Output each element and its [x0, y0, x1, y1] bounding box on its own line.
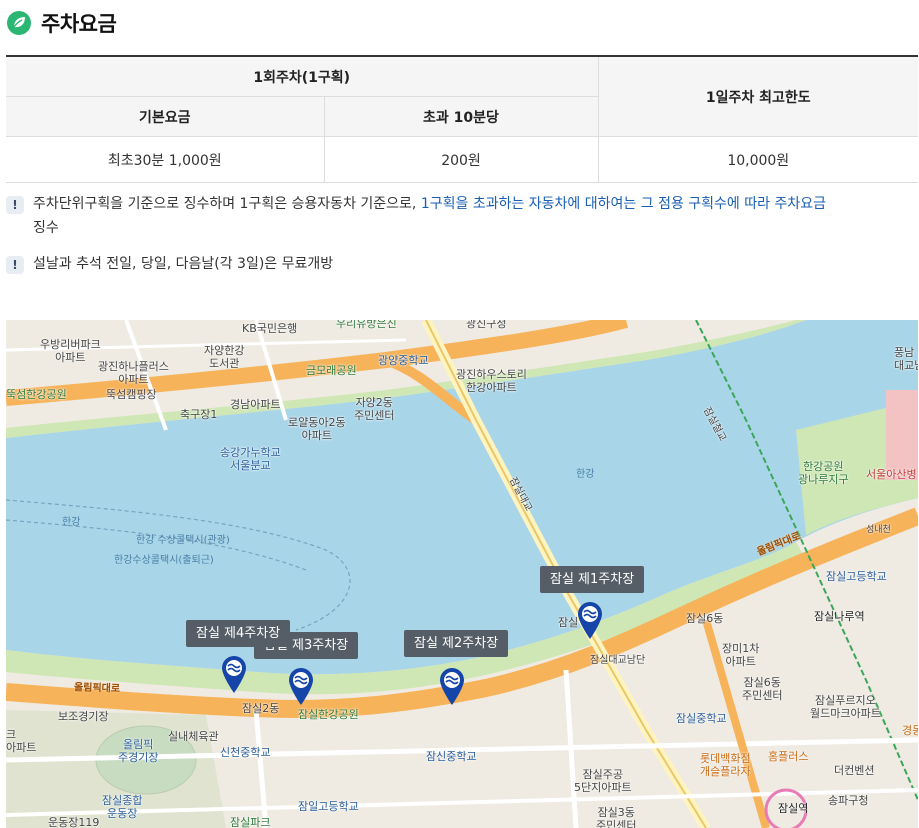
- parking-2-pin-icon[interactable]: [438, 666, 466, 706]
- map-label: 홈플러스: [768, 750, 809, 763]
- base-fee-cell: 최초30분 1,000원: [6, 136, 325, 183]
- map-label: 잠실고등학교: [826, 570, 887, 583]
- map-label: 잠실주공 5단지아파트: [574, 768, 632, 794]
- map-label: 운동장119: [48, 816, 100, 828]
- map-label: 신천중학교: [220, 746, 271, 759]
- note-text: 주차단위구획을 기준으로 징수하며 1구획은 승용자동차 기준으로,: [33, 196, 421, 212]
- map-label: 송파구청: [828, 794, 869, 807]
- parking-fee-table: 1회주차(1구획) 1일주차 최고한도 기본요금 초과 10분당 최초30분 1…: [6, 55, 918, 183]
- map-label: 한강: [576, 469, 595, 480]
- note-tail: 징수: [33, 220, 59, 236]
- map-label: 잠실한강공원: [298, 708, 359, 721]
- map-label: 로얄동아2동 아파트: [288, 416, 346, 442]
- map-label: 더컨벤션: [834, 764, 875, 777]
- map-label: 축구장1: [180, 408, 218, 421]
- map-label: 한강 수상콜택시(관광): [136, 535, 230, 546]
- map-label: 광진구청: [466, 320, 507, 330]
- map-label: 뚝섬한강공원: [6, 388, 67, 401]
- map-label: 금모래공원: [306, 364, 357, 377]
- map-label: 올림픽 주경기장: [118, 738, 159, 764]
- leaf-logo-icon: [6, 10, 32, 36]
- map-label: 광진하나플러스 아파트: [98, 360, 169, 386]
- map-label: 한강수상콜택시(출퇴근): [114, 555, 214, 566]
- parking-1-tag[interactable]: 잠실 제1주차장: [540, 566, 645, 593]
- map-label: 잠실나루역: [814, 610, 865, 623]
- map-label: 자양2동 주민센터: [354, 396, 395, 422]
- extra-fee-cell: 200원: [324, 136, 599, 183]
- table-row: 최초30분 1,000원 200원 10,000원: [6, 136, 918, 183]
- map-label: 한강공원 광나루지구: [798, 460, 849, 486]
- page-title: 주차요금: [41, 12, 117, 36]
- group-header: 1회주차(1구획): [6, 56, 599, 97]
- map-label: 실내체육관: [168, 730, 219, 743]
- parking-2-tag[interactable]: 잠실 제2주차장: [404, 630, 509, 657]
- map-label: 올림픽대로: [73, 682, 121, 695]
- map-label: 잠실파크: [230, 816, 271, 828]
- map-label: 잠일고등학교: [298, 800, 359, 813]
- daily-max-header: 1일주차 최고한도: [598, 56, 918, 137]
- map-label: 경남아파트: [230, 398, 281, 411]
- map-label: 서울아산병: [866, 468, 917, 481]
- note-item: ! 설날과 추석 전일, 당일, 다음날(각 3일)은 무료개방: [6, 252, 918, 276]
- parking-1-pin-icon[interactable]: [576, 600, 604, 640]
- note-highlight: 1구획을 초과하는 자동차에 대하여는 그 점용 구획수에 따라 주차요금: [420, 196, 826, 212]
- notes-list: ! 주차단위구획을 기준으로 징수하며 1구획은 승용자동차 기준으로, 1구획…: [6, 192, 918, 288]
- daily-max-cell: 10,000원: [598, 136, 918, 183]
- note-text: 설날과 추석 전일, 당일, 다음날(각 3일)은 무료개방: [33, 256, 334, 272]
- map-label: 크 아파트: [6, 728, 37, 754]
- note-item: ! 주차단위구획을 기준으로 징수하며 1구획은 승용자동차 기준으로, 1구획…: [6, 192, 918, 240]
- map-label: 광양중학교: [378, 354, 429, 367]
- map-label: 잠실중학교: [676, 712, 727, 725]
- info-icon: !: [6, 196, 24, 214]
- map-label: 잠신중학교: [426, 750, 477, 763]
- map-label: 우방리버파크 아파트: [40, 338, 101, 364]
- map-label: 보조경기장: [58, 710, 109, 723]
- map-label: 잠실역: [778, 802, 809, 815]
- extra-fee-header: 초과 10분당: [324, 96, 599, 137]
- parking-4-tag[interactable]: 잠실 제4주차장: [186, 620, 291, 647]
- map-label: 우리유방은진: [336, 320, 397, 330]
- base-fee-header: 기본요금: [6, 96, 325, 137]
- map-label: 한강: [62, 517, 81, 528]
- map-label: 잠실푸르지오 월드마크아파트: [810, 694, 881, 720]
- info-icon: !: [6, 256, 24, 274]
- parking-location-map[interactable]: KB국민은행 우리유방은진 광진구청 우방리버파크 아파트 광진하나플러스 아파…: [6, 320, 918, 828]
- map-label: 송강가누학교 서울분교: [220, 446, 281, 472]
- map-label: 잠실3동 주민센터: [596, 806, 637, 828]
- parking-3-pin-icon[interactable]: [287, 666, 315, 706]
- map-label: 잠실6동: [686, 612, 724, 625]
- map-label: 잠실종합 운동장: [102, 794, 143, 820]
- map-label: 경동: [902, 724, 918, 737]
- map-label: 롯데백화점 개슬플라자: [700, 752, 751, 778]
- map-label: 장미1차 아파트: [722, 642, 760, 668]
- map-label: 풍남 대교남: [894, 346, 918, 372]
- map-label: 뚝섬캠핑장: [106, 388, 157, 401]
- map-label: 잠실6동 주민센터: [742, 676, 783, 702]
- map-label: 잠실2동: [242, 702, 280, 715]
- map-label: KB국민은행: [242, 322, 298, 335]
- map-label: 광진하우스토리 한강아파트: [456, 368, 527, 394]
- map-label: 잠실대교남단: [590, 655, 646, 666]
- map-label: 자양한강 도서관: [204, 344, 245, 370]
- parking-4-pin-icon[interactable]: [220, 654, 248, 694]
- page-header: 주차요금: [6, 8, 117, 38]
- map-label: 성내천: [866, 525, 891, 535]
